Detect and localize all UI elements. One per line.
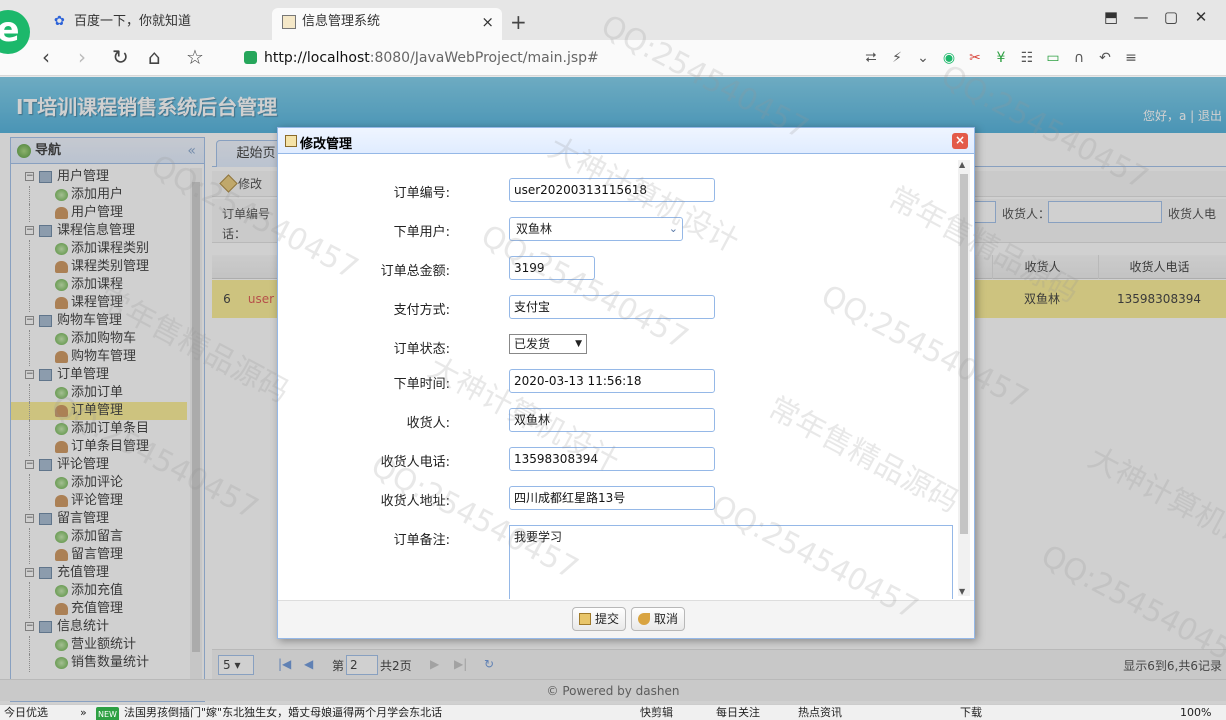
receiver-address-field[interactable]: 四川成都红星路13号 — [509, 486, 715, 510]
secure-site-icon — [244, 51, 257, 64]
taskbar-today-picks[interactable]: 今日优选 — [4, 705, 48, 720]
pay-method-field[interactable]: 支付宝 — [509, 295, 715, 319]
form-row-address: 收货人地址: 四川成都红星路13号 — [284, 486, 944, 512]
total-amount-field[interactable]: 3199 — [509, 256, 595, 280]
share-icon[interactable]: ⮂ — [858, 46, 884, 70]
chevron-down-icon: ⌄ — [668, 222, 678, 235]
form-row-user: 下单用户: 双鱼林 ⌄ — [284, 217, 944, 243]
dialog-footer: 提交 取消 — [278, 600, 974, 638]
scroll-up-icon[interactable]: ▲ — [959, 160, 965, 169]
receiver-address-label: 收货人地址: — [380, 494, 450, 509]
close-tab-icon[interactable]: × — [481, 8, 494, 36]
lightning-icon[interactable]: ⚡ — [884, 46, 910, 70]
browser-tab-title: 百度一下，你就知道 — [74, 14, 192, 29]
url-host: http://localhost — [264, 50, 370, 66]
yuan-icon[interactable]: ¥ — [988, 46, 1014, 70]
undo-icon[interactable]: ↶ — [1092, 46, 1118, 70]
order-time-label: 下单时间: — [393, 377, 450, 392]
close-window-icon[interactable]: ✕ — [1186, 8, 1216, 26]
edit-order-dialog: 修改管理 × 订单编号: user20200313115618 下单用户: 双鱼… — [277, 127, 975, 639]
url-path: :8080/JavaWebProject/main.jsp# — [369, 50, 599, 66]
total-label: 订单总金额: — [380, 264, 450, 279]
submit-button[interactable]: 提交 — [572, 607, 627, 631]
receiver-phone-label: 收货人电话: — [380, 455, 450, 470]
dialog-title: 修改管理 — [300, 137, 353, 152]
order-time-field[interactable]: 2020-03-13 11:56:18 — [509, 369, 715, 393]
form-row-total: 订单总金额: 3199 — [284, 256, 944, 282]
form-row-order-no: 订单编号: user20200313115618 — [284, 178, 944, 204]
order-no-label: 订单编号: — [393, 186, 450, 201]
scroll-down-icon[interactable]: ▼ — [959, 587, 965, 596]
taskbar-daily[interactable]: 每日关注 — [716, 705, 760, 720]
home-icon[interactable]: ⌂ — [148, 45, 161, 69]
undo-arrow-icon — [638, 613, 650, 625]
dialog-scrollbar[interactable]: ▲ ▼ — [958, 160, 970, 596]
minimize-icon[interactable]: — — [1126, 8, 1156, 26]
browser-tab-title: 信息管理系统 — [302, 14, 381, 29]
battery-icon[interactable]: ▭ — [1040, 46, 1066, 70]
new-tab-button[interactable]: + — [510, 8, 527, 36]
cancel-button[interactable]: 取消 — [631, 607, 686, 631]
window-controls: ⬒ — ▢ ✕ — [1096, 8, 1226, 26]
memo-label: 订单备注: — [393, 533, 450, 548]
user-select[interactable]: 双鱼林 ⌄ — [509, 217, 683, 241]
taskbar-download[interactable]: 下载 — [960, 705, 982, 720]
headphones-icon[interactable]: ∩ — [1066, 46, 1092, 70]
scissors-icon[interactable]: ✂ — [962, 46, 988, 70]
maximize-icon[interactable]: ▢ — [1156, 8, 1186, 26]
user-label: 下单用户: — [393, 225, 450, 240]
status-select[interactable]: 已发货 ▼ — [509, 334, 587, 354]
pencil-icon — [579, 613, 591, 625]
edit-pencil-icon — [285, 135, 297, 147]
order-no-field[interactable]: user20200313115618 — [509, 178, 715, 202]
zoom-level[interactable]: 100% — [1180, 705, 1211, 720]
url-input[interactable]: http://localhost:8080/JavaWebProject/mai… — [236, 46, 956, 70]
form-row-pay: 支付方式: 支付宝 — [284, 295, 944, 321]
new-badge: NEW — [96, 707, 119, 720]
memo-textarea[interactable]: 我要学习 — [509, 525, 953, 599]
back-icon[interactable]: ‹ — [42, 45, 50, 69]
page-favicon-icon — [282, 15, 296, 29]
form-row-status: 订单状态: 已发货 ▼ — [284, 334, 944, 360]
skin-icon[interactable]: ⬒ — [1096, 8, 1126, 26]
dialog-form: 订单编号: user20200313115618 下单用户: 双鱼林 ⌄ 订单总金… — [284, 159, 968, 599]
taskbar-kuaijian[interactable]: 快剪辑 — [640, 705, 673, 720]
receiver-phone-field[interactable]: 13598308394 — [509, 447, 715, 471]
chevron-right-icon[interactable]: » — [80, 705, 87, 720]
browser-tab-active[interactable]: 信息管理系统 × — [272, 8, 502, 40]
browser-tab-baidu[interactable]: ✿ 百度一下，你就知道 — [44, 8, 270, 40]
form-row-receiver: 收货人: 双鱼林 — [284, 408, 944, 434]
receiver-field[interactable]: 双鱼林 — [509, 408, 715, 432]
menu-icon[interactable]: ≡ — [1118, 46, 1144, 70]
news-ticker[interactable]: 法国男孩倒插门"嫁"东北独生女，婚丈母娘逼得两个月学会东北话 — [124, 705, 442, 720]
form-row-memo: 订单备注: 我要学习 — [284, 525, 953, 599]
browser-tab-bar: e ✿ 百度一下，你就知道 信息管理系统 × + ⬒ — ▢ ✕ — [0, 0, 1226, 54]
reload-icon[interactable]: ↻ — [112, 45, 129, 69]
pay-method-label: 支付方式: — [393, 303, 450, 318]
address-bar: ‹ › ↻ ⌂ ☆ http://localhost:8080/JavaWebP… — [0, 40, 1226, 76]
form-row-phone: 收货人电话: 13598308394 — [284, 447, 944, 473]
forward-icon[interactable]: › — [78, 45, 86, 69]
receiver-label: 收货人: — [406, 416, 450, 431]
baidu-paw-icon: ✿ — [54, 14, 65, 29]
os-taskbar: 今日优选 » NEW 法国男孩倒插门"嫁"东北独生女，婚丈母娘逼得两个月学会东北… — [0, 704, 1226, 720]
dialog-header: 修改管理 × — [278, 128, 974, 154]
taskbar-hot-news[interactable]: 热点资讯 — [798, 705, 842, 720]
extension-icons: ⮂ ⚡ ⌄ ◉ ✂ ¥ ☷ ▭ ∩ ↶ ≡ — [858, 46, 1226, 70]
grid-apps-icon[interactable]: ☷ — [1014, 46, 1040, 70]
shield-ext-icon[interactable]: ◉ — [936, 46, 962, 70]
dropdown-arrow-icon: ▼ — [575, 339, 582, 349]
status-label: 订单状态: — [393, 342, 450, 357]
dropdown-icon[interactable]: ⌄ — [910, 46, 936, 70]
bookmark-star-icon[interactable]: ☆ — [186, 45, 204, 69]
form-row-time: 下单时间: 2020-03-13 11:56:18 — [284, 369, 944, 395]
dialog-close-icon[interactable]: × — [952, 133, 968, 149]
